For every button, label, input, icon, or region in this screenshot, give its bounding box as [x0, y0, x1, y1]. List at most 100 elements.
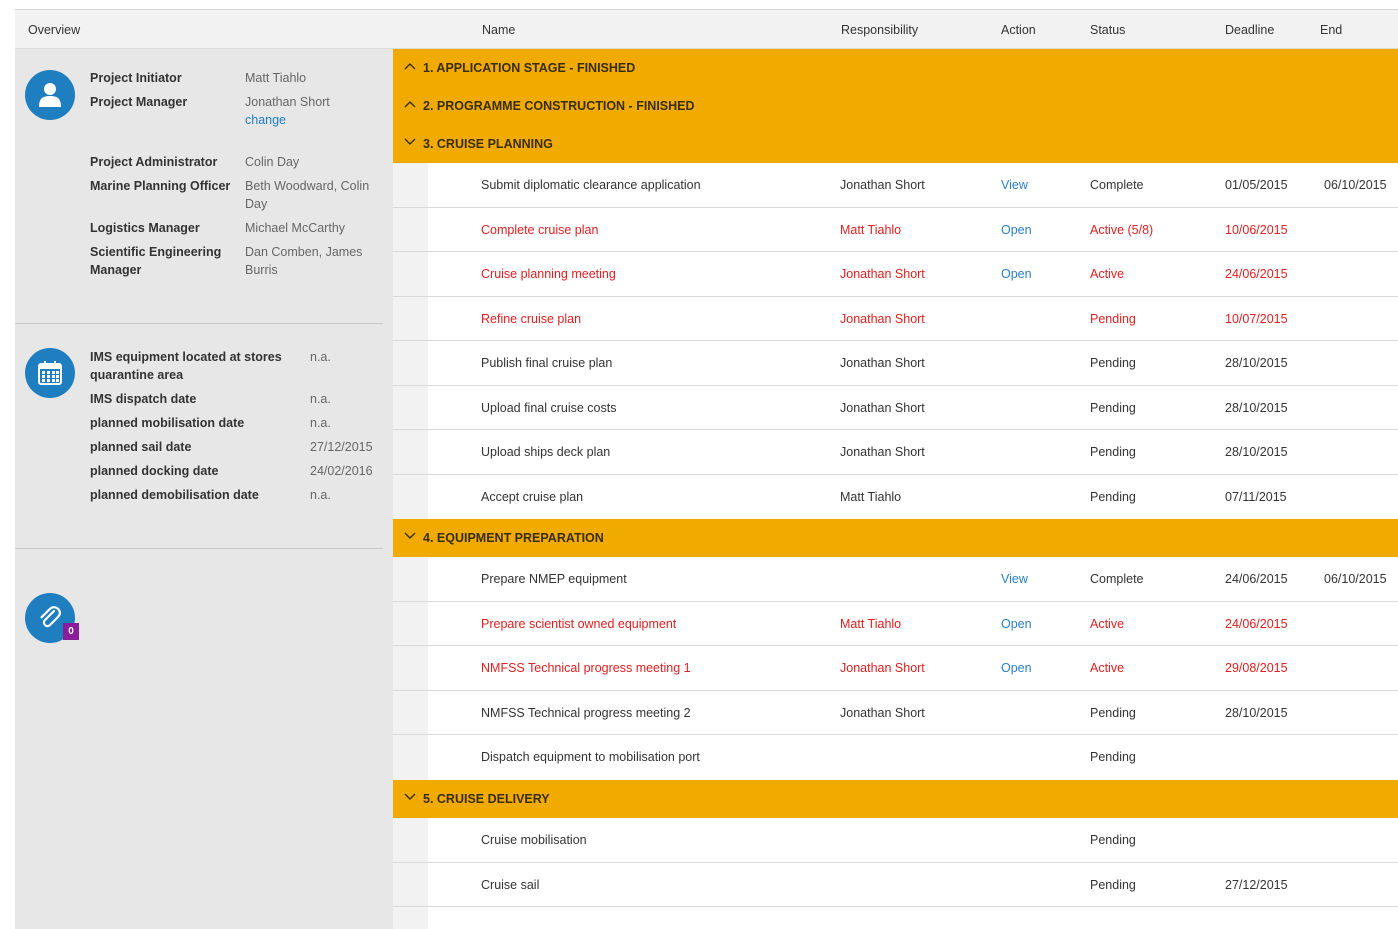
group-header-equipment-preparation[interactable]: 4. EQUIPMENT PREPARATION — [393, 519, 1398, 557]
column-responsibility[interactable]: Responsibility — [841, 23, 918, 37]
task-name: NMFSS Technical progress meeting 1 — [481, 661, 691, 675]
row-gutter — [393, 602, 428, 645]
column-name[interactable]: Name — [482, 23, 515, 37]
task-name: Cruise planning meeting — [481, 267, 616, 281]
task-name: Upload ships deck plan — [481, 445, 611, 459]
task-action-link[interactable]: Open — [1001, 617, 1032, 631]
chevron-down-icon — [404, 532, 416, 539]
row-gutter — [393, 208, 428, 251]
people-section: Project Initiator Matt Tiahlo Project Ma… — [15, 49, 383, 324]
column-status[interactable]: Status — [1090, 23, 1125, 37]
table-row[interactable]: Submit diplomatic clearance application … — [393, 163, 1398, 208]
table-row[interactable]: NMFSS Technical progress meeting 1 Jonat… — [393, 646, 1398, 691]
scientific-engineering-manager-label-line1: Scientific Engineering — [90, 245, 222, 259]
task-status: Pending — [1090, 445, 1136, 459]
task-name: Cruise sail — [481, 878, 540, 892]
planned-docking-label: planned docking date — [90, 464, 219, 478]
row-gutter — [393, 735, 428, 780]
marine-planning-officer-value-line2: Day — [245, 197, 268, 211]
logistics-manager-label: Logistics Manager — [90, 221, 200, 235]
table-row[interactable]: Complete cruise plan Matt Tiahlo Open Ac… — [393, 208, 1398, 252]
task-deadline: 24/06/2015 — [1225, 572, 1288, 586]
table-header: Overview Name Responsibility Action Stat… — [15, 9, 1398, 49]
task-status: Pending — [1090, 750, 1136, 764]
ims-dispatch-value: n.a. — [310, 392, 331, 406]
task-deadline: 28/10/2015 — [1225, 706, 1288, 720]
row-gutter — [393, 818, 428, 862]
task-responsibility: Jonathan Short — [840, 356, 925, 370]
table-row[interactable]: Cruise mobilisation Pending — [393, 818, 1398, 863]
table-row[interactable]: Upload ships deck plan Jonathan Short Pe… — [393, 430, 1398, 475]
task-deadline: 28/10/2015 — [1225, 445, 1288, 459]
task-deadline: 10/07/2015 — [1225, 312, 1288, 326]
table-row[interactable]: Publish final cruise plan Jonathan Short… — [393, 341, 1398, 386]
chevron-up-icon — [404, 101, 416, 108]
table-row[interactable]: Cruise sail Pending 27/12/2015 — [393, 863, 1398, 907]
column-action[interactable]: Action — [1001, 23, 1036, 37]
task-end: 06/10/2015 — [1324, 572, 1387, 586]
task-responsibility: Jonathan Short — [840, 706, 925, 720]
task-responsibility: Jonathan Short — [840, 267, 925, 281]
group-header-cruise-planning[interactable]: 3. CRUISE PLANNING — [393, 125, 1398, 163]
project-manager-label: Project Manager — [90, 95, 188, 109]
row-gutter — [393, 907, 428, 929]
table-row[interactable]: Cruise planning meeting Jonathan Short O… — [393, 252, 1398, 297]
ims-equipment-label-line2: quarantine area — [90, 368, 184, 382]
table-row[interactable]: Dispatch equipment to mobilisation port … — [393, 735, 1398, 780]
change-project-manager-link[interactable]: change — [245, 113, 286, 127]
group-header-cruise-delivery[interactable]: 5. CRUISE DELIVERY — [393, 780, 1398, 818]
overview-heading: Overview — [28, 23, 81, 37]
group-header-programme-construction[interactable]: 2. PROGRAMME CONSTRUCTION - FINISHED — [393, 87, 1398, 125]
row-gutter — [393, 252, 428, 296]
group-title: 5. CRUISE DELIVERY — [423, 792, 550, 806]
table-row[interactable]: Refine cruise plan Jonathan Short Pendin… — [393, 297, 1398, 341]
task-action-link[interactable]: View — [1001, 178, 1028, 192]
task-deadline: 27/12/2015 — [1225, 878, 1288, 892]
row-gutter — [393, 386, 428, 429]
column-deadline[interactable]: Deadline — [1225, 23, 1274, 37]
task-name: Publish final cruise plan — [481, 356, 613, 370]
task-name: Cruise mobilisation — [481, 833, 587, 847]
task-action-link[interactable]: View — [1001, 572, 1028, 586]
group-header-application-stage[interactable]: 1. APPLICATION STAGE - FINISHED — [393, 49, 1398, 87]
project-administrator-value: Colin Day — [245, 155, 300, 169]
chevron-down-icon — [404, 793, 416, 800]
task-name: Upload final cruise costs — [481, 401, 617, 415]
ims-equipment-label-line1: IMS equipment located at stores — [90, 350, 282, 364]
column-end[interactable]: End — [1320, 23, 1342, 37]
chevron-up-icon — [404, 63, 416, 70]
marine-planning-officer-label: Marine Planning Officer — [90, 179, 231, 193]
task-status: Pending — [1090, 706, 1136, 720]
task-status: Active (5/8) — [1090, 223, 1154, 237]
task-name: Complete cruise plan — [481, 223, 599, 237]
task-name: Dispatch equipment to mobilisation port — [481, 750, 700, 764]
row-gutter — [393, 557, 428, 601]
task-status: Active — [1090, 661, 1125, 675]
marine-planning-officer-value-line1: Beth Woodward, Colin — [245, 179, 370, 193]
table-row[interactable]: Upload final cruise costs Jonathan Short… — [393, 386, 1398, 430]
scientific-engineering-manager-value-line1: Dan Comben, James — [245, 245, 363, 259]
row-gutter — [393, 863, 428, 906]
project-administrator-label: Project Administrator — [90, 155, 218, 169]
group-title: 2. PROGRAMME CONSTRUCTION - FINISHED — [423, 99, 695, 113]
task-status: Complete — [1090, 572, 1144, 586]
table-row[interactable]: Prepare scientist owned equipment Matt T… — [393, 602, 1398, 646]
row-gutter — [393, 475, 428, 519]
user-icon — [25, 70, 75, 120]
chevron-down-icon — [404, 138, 416, 145]
task-responsibility: Matt Tiahlo — [840, 617, 902, 631]
task-action-link[interactable]: Open — [1001, 223, 1032, 237]
row-gutter — [393, 691, 428, 734]
overview-panel: Project Initiator Matt Tiahlo Project Ma… — [15, 49, 393, 929]
planned-demobilisation-label: planned demobilisation date — [90, 488, 259, 502]
task-status: Active — [1090, 617, 1125, 631]
row-gutter — [393, 341, 428, 385]
table-row[interactable]: Prepare NMEP equipment View Complete 24/… — [393, 557, 1398, 602]
project-initiator-label: Project Initiator — [90, 71, 182, 85]
table-row[interactable]: Accept cruise plan Matt Tiahlo Pending 0… — [393, 475, 1398, 519]
table-row[interactable]: NMFSS Technical progress meeting 2 Jonat… — [393, 691, 1398, 735]
task-name: Prepare NMEP equipment — [481, 572, 627, 586]
group-title: 3. CRUISE PLANNING — [423, 137, 553, 151]
task-action-link[interactable]: Open — [1001, 661, 1032, 675]
task-action-link[interactable]: Open — [1001, 267, 1032, 281]
